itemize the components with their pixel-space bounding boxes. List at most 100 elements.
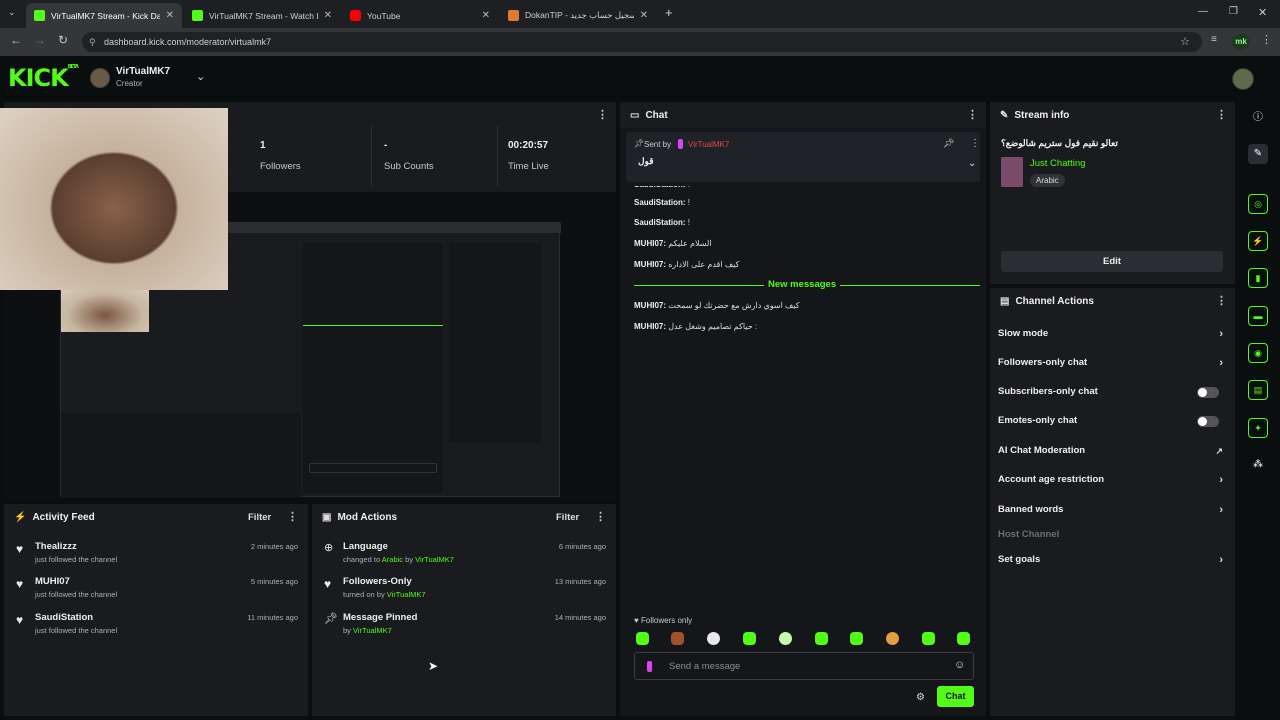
channel-name[interactable]: VirTualMK7	[116, 66, 170, 77]
emote-icon[interactable]	[815, 632, 828, 645]
stream-category[interactable]: Just Chatting	[1030, 158, 1085, 169]
browser-tab-2[interactable]: VirTualMK7 Stream - Watch Live ✕	[184, 3, 340, 28]
close-icon[interactable]: ✕	[482, 10, 490, 21]
edit-stream-button[interactable]: Edit	[1001, 251, 1223, 272]
bookmark-star-icon[interactable]: ☆	[1180, 32, 1190, 52]
action-banned-words[interactable]: Banned words ›	[998, 499, 1225, 521]
action-account-age[interactable]: Account age restriction ›	[998, 469, 1225, 491]
pin-icon: 📌︎	[634, 139, 645, 148]
pinned-user[interactable]: VirTualMK7	[688, 140, 729, 149]
mod-action-time: 6 minutes ago	[558, 542, 606, 551]
layout-icon[interactable]: ▤	[1248, 380, 1268, 400]
more-options-icon[interactable]: ⋮	[287, 510, 298, 523]
action-label: Slow mode	[998, 328, 1049, 339]
chat-username[interactable]: MUHI07	[634, 322, 663, 331]
apps-icon[interactable]: ⁂	[1248, 455, 1268, 475]
activity-feed-title: Activity Feed	[32, 511, 95, 523]
site-info-icon[interactable]: ⚲	[89, 32, 96, 52]
chat-username[interactable]: MUHI07	[634, 239, 663, 248]
action-ai-moderation[interactable]: AI Chat Moderation ↗	[998, 440, 1225, 462]
emote-icon[interactable]	[886, 632, 899, 645]
reload-button[interactable]: ↻	[58, 33, 68, 47]
chat-username[interactable]: SaudiStation	[634, 198, 683, 207]
close-icon[interactable]: ✕	[166, 10, 174, 21]
chat-username[interactable]: MUHI07	[634, 260, 663, 269]
user-avatar[interactable]	[1232, 68, 1254, 90]
chat-username[interactable]: MUHI07	[634, 301, 663, 310]
action-slow-mode[interactable]: Slow mode ›	[998, 323, 1225, 345]
browser-tab-4[interactable]: DokanTIP - تسجيل حساب جديد ✕	[500, 3, 656, 28]
scan-icon[interactable]: ◎	[1248, 194, 1268, 214]
broadcast-icon[interactable]: ◉	[1248, 343, 1268, 363]
browser-tab-3[interactable]: YouTube ✕	[342, 3, 498, 28]
emote-icon[interactable]	[850, 632, 863, 645]
kick-icon	[34, 10, 45, 21]
restore-button[interactable]: ❐	[1229, 6, 1238, 17]
emote-icon[interactable]	[743, 632, 756, 645]
gear-icon[interactable]: ⚙	[916, 692, 925, 703]
forward-button[interactable]: →	[34, 33, 46, 47]
category-thumbnail[interactable]	[1001, 157, 1023, 187]
mod-action-user[interactable]: VirTualMK7	[415, 555, 454, 564]
emote-icon[interactable]	[957, 632, 970, 645]
more-options-icon[interactable]: ⋮	[1216, 294, 1227, 307]
browser-menu-icon[interactable]: ⋮	[1261, 33, 1272, 46]
emote-icon[interactable]	[671, 632, 684, 645]
kick-logo[interactable]: KICKBETA	[8, 64, 79, 92]
tab-title: YouTube	[367, 10, 401, 21]
chat-bubble-icon: ▭	[630, 109, 640, 121]
activity-time: 2 minutes ago	[250, 542, 298, 551]
channel-avatar[interactable]	[90, 68, 110, 88]
mod-filter-button[interactable]: Filter	[556, 512, 579, 523]
wrench-icon[interactable]: ✦	[1248, 418, 1268, 438]
more-options-icon[interactable]: ⋮	[597, 108, 608, 121]
activity-user[interactable]: Thealizzz	[35, 541, 77, 552]
unpin-icon[interactable]: 📌︎	[943, 138, 954, 149]
emote-icon[interactable]	[707, 632, 720, 645]
mod-action-user[interactable]: VirTualMK7	[387, 590, 426, 599]
activity-item: ♥ MUHI07 just followed the channel 5 min…	[4, 573, 308, 603]
close-icon[interactable]: ✕	[324, 10, 332, 21]
mod-action-user[interactable]: VirTualMK7	[353, 626, 392, 635]
more-options-icon[interactable]: ⋮	[595, 510, 606, 523]
action-set-goals[interactable]: Set goals ›	[998, 549, 1225, 571]
more-options-icon[interactable]: ⋮	[967, 108, 978, 121]
reading-list-icon[interactable]: ≡	[1211, 34, 1217, 45]
action-followers-only[interactable]: Followers-only chat ›	[998, 352, 1225, 374]
pencil-icon[interactable]: ✎	[1248, 144, 1268, 164]
subscribers-only-toggle[interactable]	[1197, 387, 1219, 398]
send-chat-button[interactable]: Chat	[937, 686, 974, 707]
close-icon[interactable]: ✕	[640, 10, 648, 21]
emote-icon[interactable]	[636, 632, 649, 645]
chevron-down-icon[interactable]: ⌄	[968, 158, 976, 169]
info-icon[interactable]: ⓘ	[1248, 108, 1268, 128]
back-button[interactable]: ←	[10, 33, 22, 47]
new-messages-label[interactable]: New messages	[764, 279, 841, 290]
chevron-down-icon[interactable]: ⌄	[196, 70, 205, 83]
time-live-value: 00:20:57	[508, 140, 549, 151]
minimize-button[interactable]: —	[1198, 6, 1208, 17]
activity-filter-button[interactable]: Filter	[248, 512, 271, 523]
new-tab-button[interactable]: +	[665, 5, 673, 20]
pin-icon: 📌︎	[324, 613, 338, 625]
chat-bubble-icon[interactable]: ▬	[1248, 306, 1268, 326]
url-field[interactable]: ⚲ dashboard.kick.com/moderator/virtualmk…	[82, 32, 1202, 52]
browser-tab-1[interactable]: VirTualMK7 Stream - Kick Dashb ✕	[26, 3, 182, 28]
activity-user[interactable]: SaudiStation	[35, 612, 93, 623]
window-close-button[interactable]: ✕	[1258, 6, 1267, 19]
more-options-icon[interactable]: ⋮	[970, 138, 980, 149]
lightning-icon[interactable]: ⚡	[1248, 231, 1268, 251]
tab-search-icon[interactable]: ⌄	[8, 7, 16, 18]
tab-title: VirTualMK7 Stream - Kick Dashb	[51, 10, 160, 21]
profile-avatar[interactable]: mk	[1232, 34, 1250, 50]
emoji-icon[interactable]: ☺	[954, 659, 965, 671]
document-icon[interactable]: ▮	[1248, 268, 1268, 288]
chat-username[interactable]: SaudiStation	[634, 218, 683, 227]
emote-icon[interactable]	[779, 632, 792, 645]
emote-icon[interactable]	[922, 632, 935, 645]
chat-message-input[interactable]: Send a message ☺	[634, 652, 974, 680]
pinned-text: قول	[638, 156, 654, 166]
emotes-only-toggle[interactable]	[1197, 416, 1219, 427]
activity-user[interactable]: MUHI07	[35, 576, 70, 587]
more-options-icon[interactable]: ⋮	[1216, 108, 1227, 121]
